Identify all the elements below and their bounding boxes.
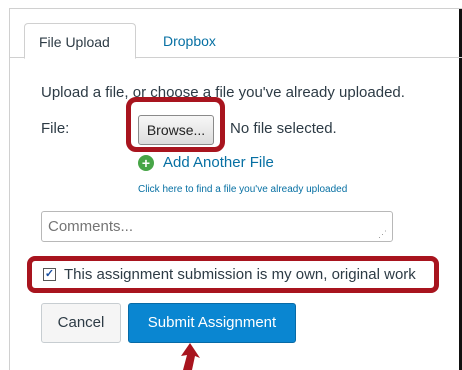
resize-grip-icon[interactable]: ⋰ xyxy=(378,229,387,240)
checkbox-icon: ✓ xyxy=(44,268,55,280)
upload-instructions: Upload a file, or choose a file you've a… xyxy=(41,84,405,101)
submit-assignment-button[interactable]: Submit Assignment xyxy=(128,303,296,343)
agreement-label[interactable]: This assignment submission is my own, or… xyxy=(64,266,416,283)
file-label: File: xyxy=(41,120,70,137)
browse-button[interactable]: Browse... xyxy=(138,115,214,145)
add-icon[interactable]: + xyxy=(138,155,154,171)
agreement-checkbox[interactable]: ✓ xyxy=(43,268,56,281)
submission-tabs: File Upload Dropbox xyxy=(9,8,462,59)
comments-field[interactable] xyxy=(41,211,393,242)
tab-file-upload[interactable]: File Upload xyxy=(24,23,136,59)
pointer-arrow-icon xyxy=(181,343,200,370)
find-uploaded-file-link[interactable]: Click here to find a file you've already… xyxy=(138,184,347,195)
no-file-selected-text: No file selected. xyxy=(230,120,337,137)
add-another-file-link[interactable]: Add Another File xyxy=(163,154,274,171)
tab-dropbox[interactable]: Dropbox xyxy=(149,23,230,59)
cancel-button[interactable]: Cancel xyxy=(41,303,121,343)
